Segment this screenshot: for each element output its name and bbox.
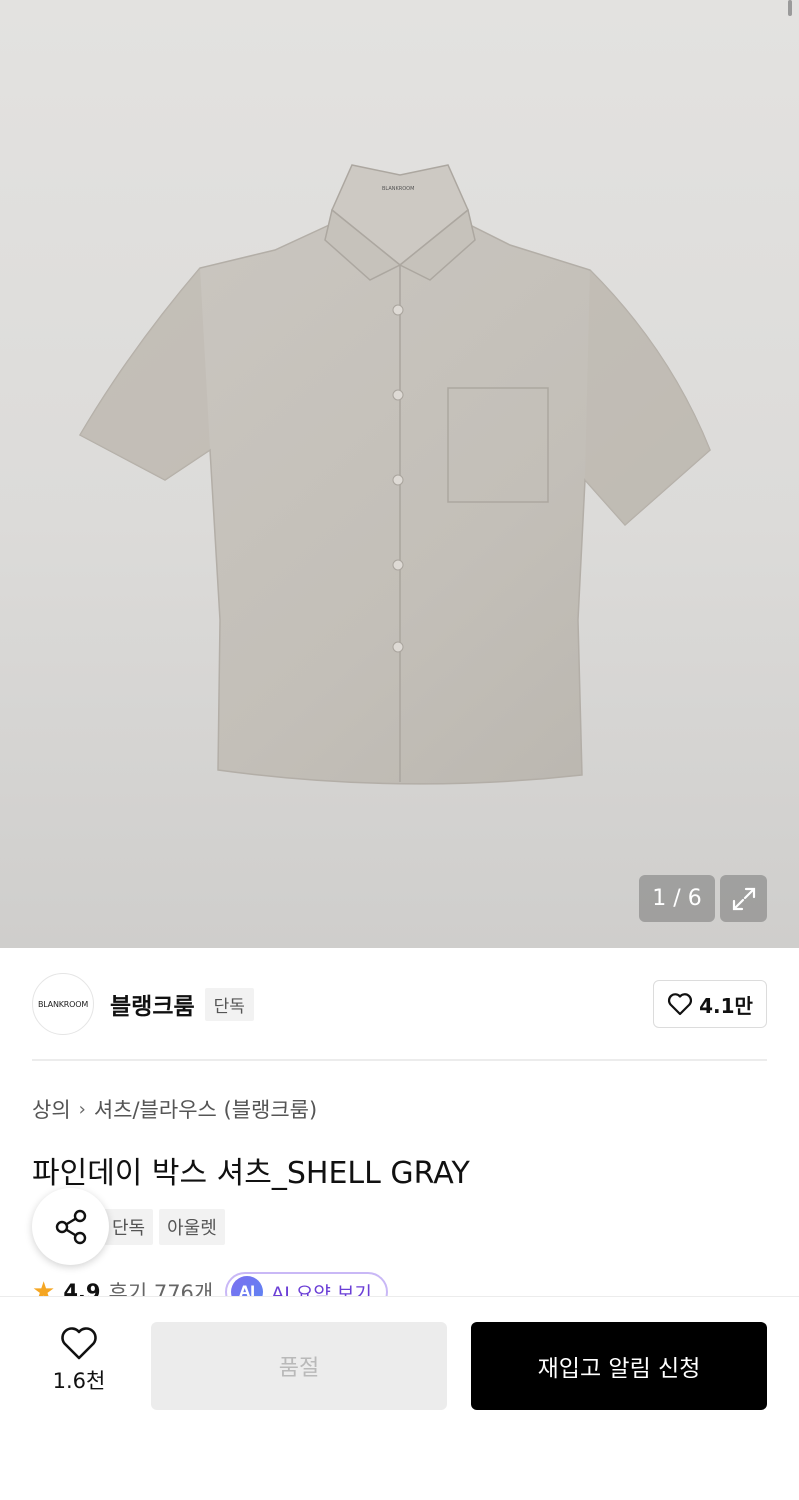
restock-alert-button[interactable]: 재입고 알림 신청 [471,1322,767,1410]
brand-logo[interactable]: BLANKROOM [32,973,94,1035]
expand-button[interactable] [720,875,767,922]
wishlist-count: 1.6천 [52,1369,106,1393]
breadcrumb: 상의 › 셔츠/블라우스 (블랭크룸) [32,1094,317,1124]
bottom-action-bar: 1.6천 품절 재입고 알림 신청 [0,1296,799,1500]
tag-outlet: 아울렛 [159,1209,225,1245]
tag-exclusive: 단독 [104,1209,154,1245]
share-button[interactable] [32,1188,109,1265]
image-page-counter: 1 / 6 [639,875,715,922]
scroll-indicator [788,0,792,16]
chevron-right-icon: › [78,1098,86,1120]
breadcrumb-item-subcategory[interactable]: 셔츠/블라우스 (블랭크룸) [94,1094,317,1124]
expand-icon [732,887,755,910]
heart-icon [668,993,693,1016]
exclusive-tag: 단독 [204,987,254,1021]
shirt-illustration: BLANKROOM [78,164,711,785]
breadcrumb-item-category[interactable]: 상의 [32,1094,71,1124]
divider [32,1059,767,1061]
brand-row[interactable]: BLANKROOM 블랭크룸 단독 4.1만 [32,972,767,1036]
soldout-button[interactable]: 품절 [151,1322,447,1410]
heart-icon [61,1327,97,1360]
product-title: 파인데이 박스 셔츠_SHELL GRAY [32,1156,470,1191]
wishlist-button[interactable]: 1.6천 [32,1325,126,1395]
share-icon [55,1209,86,1244]
brand-like-count: 4.1만 [699,993,753,1018]
product-image[interactable]: BLANKROOM 1 / 6 [0,0,799,948]
brand-like-button[interactable]: 4.1만 [653,980,767,1028]
shirt-label: BLANKROOM [382,186,414,192]
brand-name[interactable]: 블랭크룸 [110,987,195,1021]
product-tags: 단독 아울렛 [104,1209,225,1245]
